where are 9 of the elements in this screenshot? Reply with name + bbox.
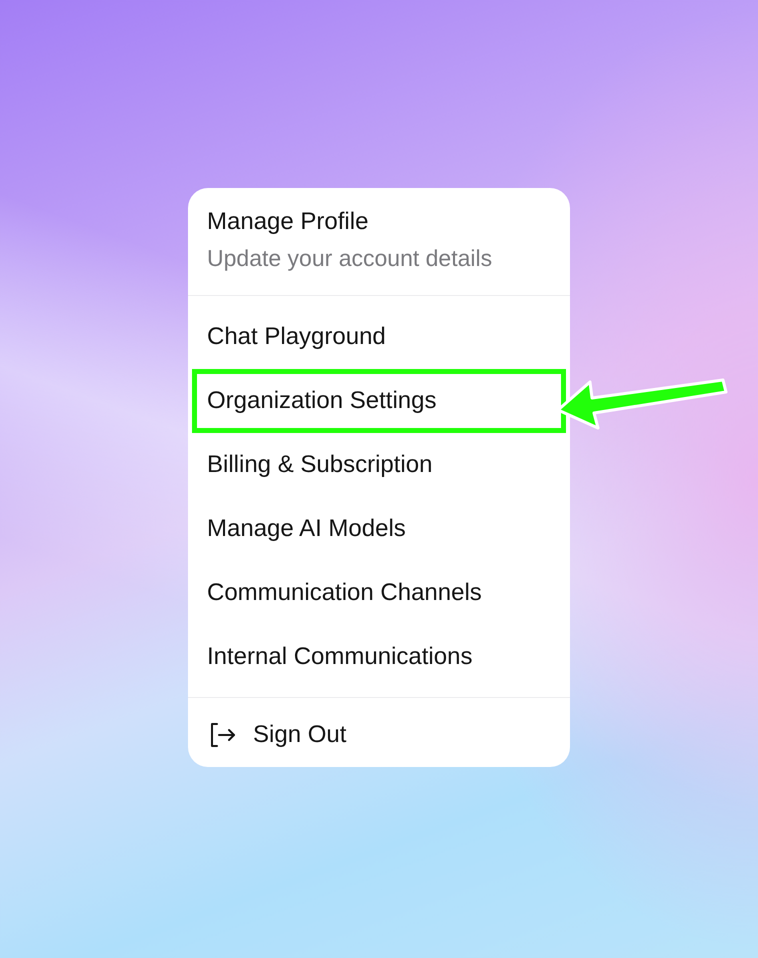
menu-item[interactable]: Communication Channels [192,561,566,625]
menu-item[interactable]: Organization Settings [192,369,566,433]
menu-item[interactable]: Internal Communications [192,625,566,689]
menu-item[interactable]: Billing & Subscription [192,433,566,497]
menu-item-description: Update your account details [207,244,494,273]
menu-item[interactable]: Manage AI Models [192,497,566,561]
menu-item[interactable]: Manage Profile [207,204,551,240]
sign-out-item[interactable]: Sign Out [188,702,570,767]
menu-item[interactable]: Chat Playground [192,305,566,369]
